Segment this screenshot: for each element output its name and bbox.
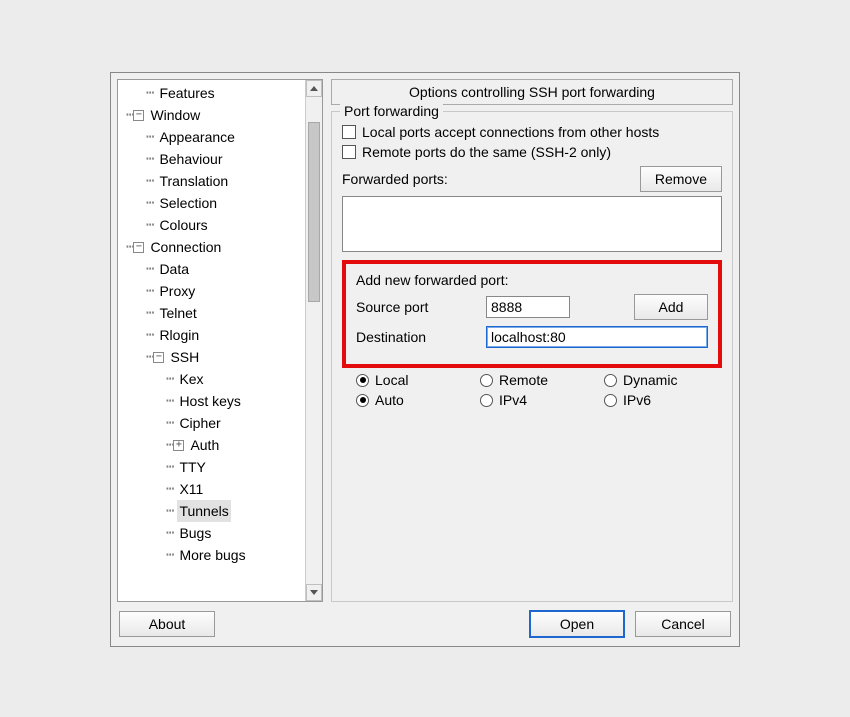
tree-item-label: TTY [177, 456, 207, 478]
ip-version-radio-ipv6[interactable]: IPv6 [604, 392, 708, 408]
putty-config-dialog: ⋯Features⋯−Window⋯Appearance⋯Behaviour⋯T… [110, 72, 740, 647]
tree-item-features[interactable]: ⋯Features [118, 82, 322, 104]
open-button[interactable]: Open [529, 610, 625, 638]
radio-label: IPv4 [499, 392, 527, 408]
tree-item-label: Kex [177, 368, 205, 390]
radio-icon [480, 374, 493, 387]
tree-item-tunnels[interactable]: ⋯Tunnels [118, 500, 322, 522]
collapse-icon[interactable]: − [153, 352, 164, 363]
destination-label: Destination [356, 329, 476, 345]
radio-icon [604, 394, 617, 407]
tree-item-label: Host keys [177, 390, 242, 412]
port-type-radio-local[interactable]: Local [356, 372, 460, 388]
local-ports-label: Local ports accept connections from othe… [362, 124, 659, 140]
tree-item-rlogin[interactable]: ⋯Rlogin [118, 324, 322, 346]
tree-item-label: X11 [177, 478, 205, 500]
source-port-label: Source port [356, 299, 476, 315]
add-button[interactable]: Add [634, 294, 708, 320]
tree-item-translation[interactable]: ⋯Translation [118, 170, 322, 192]
tree-item-colours[interactable]: ⋯Colours [118, 214, 322, 236]
ip-version-radio-auto[interactable]: Auto [356, 392, 460, 408]
port-forwarding-group: Port forwarding Local ports accept conne… [331, 111, 733, 602]
scroll-down-button[interactable] [306, 584, 322, 601]
radio-label: Local [375, 372, 408, 388]
radio-label: Remote [499, 372, 548, 388]
radio-icon [604, 374, 617, 387]
destination-input[interactable] [486, 326, 708, 348]
tree-scrollbar[interactable] [305, 80, 322, 601]
tree-item-behaviour[interactable]: ⋯Behaviour [118, 148, 322, 170]
scroll-thumb[interactable] [308, 122, 320, 302]
tree-item-ssh[interactable]: ⋯−SSH [118, 346, 322, 368]
tree-item-label: Connection [148, 236, 223, 258]
remote-ports-label: Remote ports do the same (SSH-2 only) [362, 144, 611, 160]
radio-label: IPv6 [623, 392, 651, 408]
tree-item-more-bugs[interactable]: ⋯More bugs [118, 544, 322, 566]
tree-item-label: Features [157, 82, 216, 104]
panel-title: Options controlling SSH port forwarding [331, 79, 733, 105]
radio-icon [356, 374, 369, 387]
category-tree[interactable]: ⋯Features⋯−Window⋯Appearance⋯Behaviour⋯T… [118, 80, 322, 568]
cancel-button[interactable]: Cancel [635, 611, 731, 637]
local-ports-checkbox[interactable] [342, 125, 356, 139]
add-port-highlight: Add new forwarded port: Source port Add … [342, 260, 722, 368]
tree-item-label: Bugs [177, 522, 213, 544]
tree-item-label: Translation [157, 170, 230, 192]
tree-item-data[interactable]: ⋯Data [118, 258, 322, 280]
tree-item-auth[interactable]: ⋯+Auth [118, 434, 322, 456]
tree-item-host-keys[interactable]: ⋯Host keys [118, 390, 322, 412]
tree-item-label: Auth [188, 434, 221, 456]
remote-ports-checkbox[interactable] [342, 145, 356, 159]
tree-item-label: Colours [157, 214, 209, 236]
tree-item-window[interactable]: ⋯−Window [118, 104, 322, 126]
tree-item-label: Behaviour [157, 148, 224, 170]
tree-item-kex[interactable]: ⋯Kex [118, 368, 322, 390]
category-tree-panel: ⋯Features⋯−Window⋯Appearance⋯Behaviour⋯T… [117, 79, 323, 602]
collapse-icon[interactable]: − [133, 110, 144, 121]
tree-item-label: Appearance [157, 126, 237, 148]
tree-item-label: Selection [157, 192, 219, 214]
ip-version-radio-ipv4[interactable]: IPv4 [480, 392, 584, 408]
tree-item-label: More bugs [177, 544, 247, 566]
tree-item-x11[interactable]: ⋯X11 [118, 478, 322, 500]
radio-label: Auto [375, 392, 404, 408]
source-port-input[interactable] [486, 296, 570, 318]
port-type-radio-remote[interactable]: Remote [480, 372, 584, 388]
tree-item-label: Rlogin [157, 324, 201, 346]
tree-item-telnet[interactable]: ⋯Telnet [118, 302, 322, 324]
group-title: Port forwarding [340, 103, 443, 119]
scroll-up-button[interactable] [306, 80, 322, 97]
tree-item-appearance[interactable]: ⋯Appearance [118, 126, 322, 148]
forwarded-ports-list[interactable] [342, 196, 722, 252]
tree-item-label: Data [157, 258, 191, 280]
tree-item-label: SSH [168, 346, 201, 368]
tree-item-proxy[interactable]: ⋯Proxy [118, 280, 322, 302]
tree-item-cipher[interactable]: ⋯Cipher [118, 412, 322, 434]
tree-item-label: Cipher [177, 412, 222, 434]
collapse-icon[interactable]: − [133, 242, 144, 253]
add-port-title: Add new forwarded port: [356, 272, 708, 288]
forwarded-ports-label: Forwarded ports: [342, 171, 448, 187]
tree-item-bugs[interactable]: ⋯Bugs [118, 522, 322, 544]
tree-item-tty[interactable]: ⋯TTY [118, 456, 322, 478]
radio-label: Dynamic [623, 372, 677, 388]
tree-item-label: Proxy [157, 280, 197, 302]
tree-item-label: Window [148, 104, 202, 126]
port-type-radio-dynamic[interactable]: Dynamic [604, 372, 708, 388]
radio-icon [356, 394, 369, 407]
expand-icon[interactable]: + [173, 440, 184, 451]
radio-icon [480, 394, 493, 407]
tree-item-selection[interactable]: ⋯Selection [118, 192, 322, 214]
remove-button[interactable]: Remove [640, 166, 722, 192]
tree-item-label: Telnet [157, 302, 198, 324]
about-button[interactable]: About [119, 611, 215, 637]
tree-item-label: Tunnels [177, 500, 230, 522]
tree-item-connection[interactable]: ⋯−Connection [118, 236, 322, 258]
